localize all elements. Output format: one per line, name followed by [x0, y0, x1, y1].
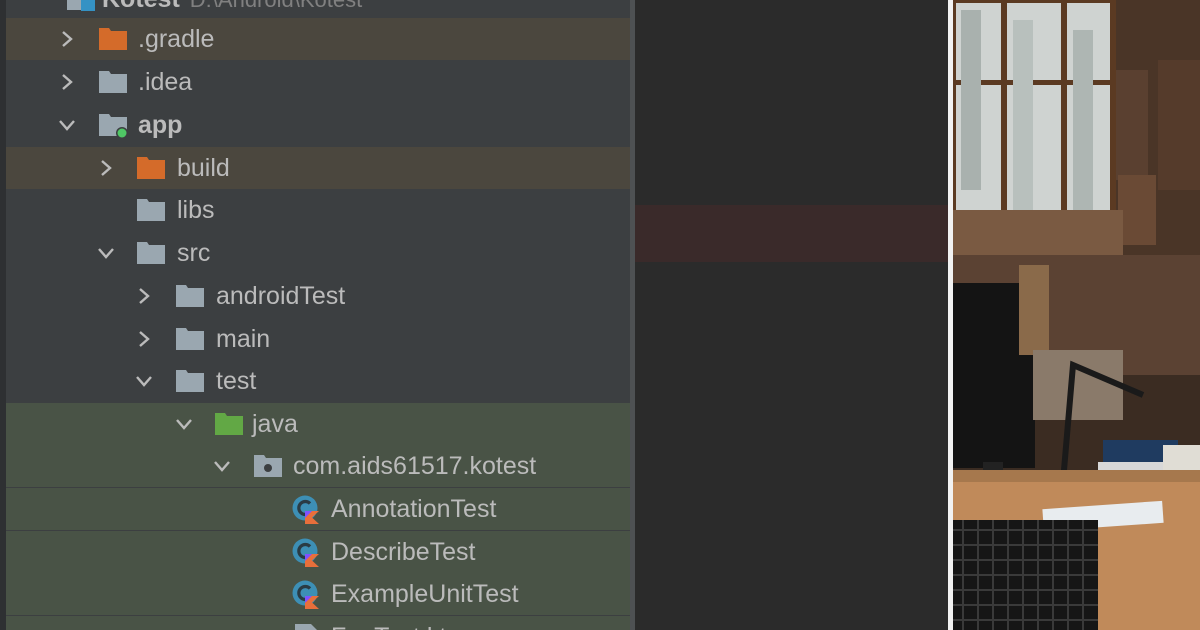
chevron-down-icon[interactable] — [212, 456, 232, 476]
chevron-right-icon[interactable] — [96, 158, 116, 178]
tree-item-label: java — [252, 410, 298, 438]
folder-icon — [175, 368, 205, 394]
editor-area[interactable] — [635, 0, 948, 630]
chevron-down-icon[interactable] — [96, 243, 116, 263]
project-icon — [66, 0, 96, 12]
tree-item-label: ExampleUnitTest — [331, 580, 519, 608]
module-folder-icon — [98, 112, 128, 138]
chevron-down-icon[interactable] — [174, 414, 194, 434]
tree-item-label: main — [216, 325, 271, 353]
tree-item-label: androidTest — [216, 282, 346, 310]
tree-item-label: libs — [177, 196, 215, 224]
folder-icon — [175, 283, 205, 309]
chevron-right-icon[interactable] — [57, 72, 77, 92]
folder-icon — [136, 240, 166, 266]
folder-icon — [136, 197, 166, 223]
folder-icon — [175, 326, 205, 352]
project-name: KotestD:\Android\Kotest — [102, 0, 362, 15]
test-source-folder-icon — [214, 411, 244, 437]
tree-row-src[interactable]: src — [6, 232, 630, 274]
tree-row-annotationtest[interactable]: AnnotationTest — [6, 488, 630, 530]
tree-item-label: .gradle — [138, 25, 215, 53]
tree-row-package[interactable]: com.aids61517.kotest — [6, 445, 630, 487]
tree-item-label: src — [177, 239, 211, 267]
tree-row-main[interactable]: main — [6, 318, 630, 360]
desk-window-photo-illustration — [953, 0, 1200, 630]
tree-item-label: test — [216, 367, 257, 395]
kotlin-class-icon — [291, 494, 321, 520]
tree-row-libs[interactable]: libs — [6, 189, 630, 231]
excluded-folder-icon — [98, 26, 128, 52]
tree-row-androidtest[interactable]: androidTest — [6, 275, 630, 317]
chevron-down-icon[interactable] — [57, 115, 77, 135]
tree-row-test[interactable]: test — [6, 360, 630, 402]
tree-item-label: AnnotationTest — [331, 495, 497, 523]
kotlin-class-icon — [291, 579, 321, 605]
tree-row-root[interactable]: KotestD:\Android\Kotest — [6, 0, 630, 20]
tree-row-java[interactable]: java — [6, 403, 630, 445]
tree-item-label: DescribeTest — [331, 538, 476, 566]
folder-icon — [98, 69, 128, 95]
tree-item-label: build — [177, 154, 230, 182]
tree-row-build[interactable]: build — [6, 147, 630, 189]
tree-row-gradle[interactable]: .gradle — [6, 18, 630, 60]
chevron-right-icon[interactable] — [134, 286, 154, 306]
project-tree: KotestD:\Android\Kotest .gradle .idea ap… — [0, 0, 630, 630]
tree-row-describetest[interactable]: DescribeTest — [6, 531, 630, 573]
tree-item-label: FunTest.kt — [331, 622, 446, 630]
desk-window-photo — [953, 0, 1200, 630]
excluded-folder-icon — [136, 155, 166, 181]
kotlin-file-icon — [291, 622, 321, 630]
tree-row-idea[interactable]: .idea — [6, 61, 630, 103]
tree-row-funtest[interactable]: FunTest.kt — [6, 616, 630, 630]
editor-highlighted-line — [635, 205, 948, 262]
tree-item-label: app — [138, 111, 183, 139]
chevron-right-icon[interactable] — [57, 29, 77, 49]
chevron-right-icon[interactable] — [134, 329, 154, 349]
package-icon — [253, 453, 283, 479]
tree-item-label: com.aids61517.kotest — [293, 452, 537, 480]
chevron-down-icon[interactable] — [134, 371, 154, 391]
kotlin-class-icon — [291, 537, 321, 563]
tree-item-label: .idea — [138, 68, 193, 96]
tree-row-exampleunittest[interactable]: ExampleUnitTest — [6, 573, 630, 615]
tree-row-app[interactable]: app — [6, 104, 630, 146]
